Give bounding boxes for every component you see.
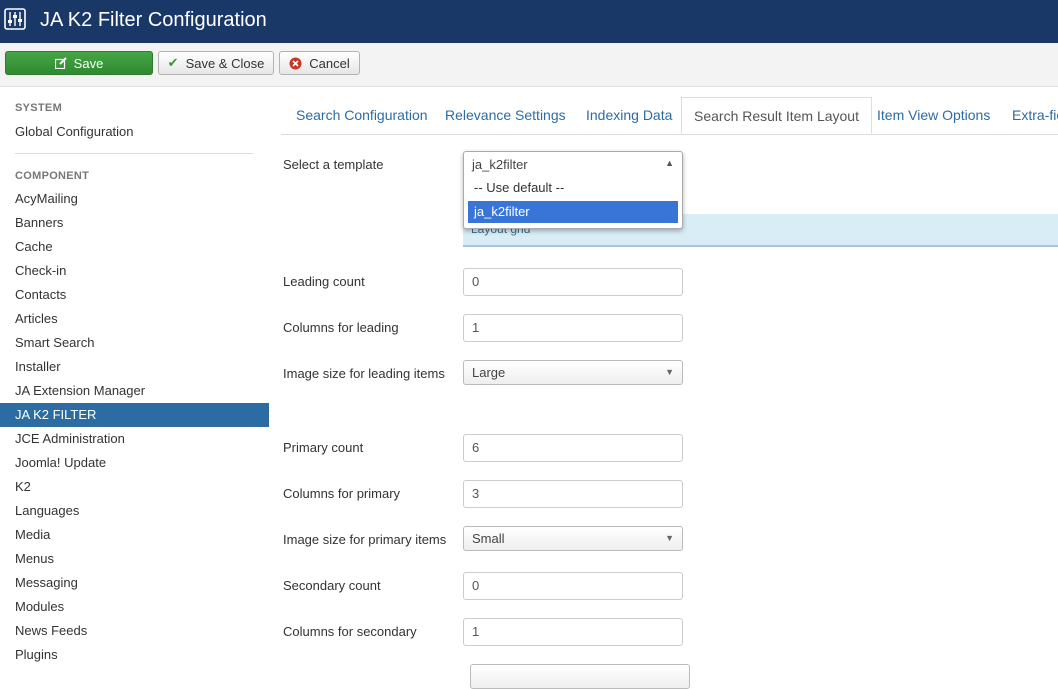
tab-search-result-item-layout[interactable]: Search Result Item Layout <box>681 97 872 134</box>
sidebar-item-contacts[interactable]: Contacts <box>0 283 269 307</box>
columns-primary-input[interactable]: 3 <box>463 480 683 508</box>
sidebar-item-menus[interactable]: Menus <box>0 547 269 571</box>
sidebar-divider <box>15 153 253 154</box>
sidebar-item-smart-search[interactable]: Smart Search <box>0 331 269 355</box>
columns-leading-input[interactable]: 1 <box>463 314 683 342</box>
image-size-leading-value: Large <box>472 365 506 380</box>
equalizer-icon <box>4 8 26 30</box>
chevron-down-icon: ▼ <box>665 367 674 377</box>
sidebar-item-acymailing[interactable]: AcyMailing <box>0 187 269 211</box>
tab-relevance-settings[interactable]: Relevance Settings <box>445 97 566 133</box>
image-size-leading-select[interactable]: Large ▼ <box>463 360 683 385</box>
sidebar-item-messaging[interactable]: Messaging <box>0 571 269 595</box>
sidebar-heading-component: COMPONENT <box>15 170 90 182</box>
app-header: JA K2 Filter Configuration <box>0 0 1058 43</box>
template-option-ja-k2filter[interactable]: ja_k2filter <box>468 201 678 223</box>
sidebar-item-articles[interactable]: Articles <box>0 307 269 331</box>
primary-count-label: Primary count <box>283 440 364 455</box>
sidebar-item-k2[interactable]: K2 <box>0 475 269 499</box>
sidebar-item-languages[interactable]: Languages <box>0 499 269 523</box>
select-template-label: Select a template <box>283 157 384 172</box>
sidebar-item-jce-administration[interactable]: JCE Administration <box>0 427 269 451</box>
image-size-secondary-select[interactable] <box>470 664 690 689</box>
tab-search-configuration[interactable]: Search Configuration <box>296 97 428 133</box>
columns-primary-label: Columns for primary <box>283 486 401 501</box>
tab-bar: Search Configuration Relevance Settings … <box>281 97 1058 135</box>
template-select-value: ja_k2filter <box>472 157 528 172</box>
chevron-up-icon: ▲ <box>665 158 674 168</box>
sidebar-item-news-feeds[interactable]: News Feeds <box>0 619 269 643</box>
tab-item-view-options[interactable]: Item View Options <box>877 97 990 133</box>
columns-secondary-input[interactable]: 1 <box>463 618 683 646</box>
sidebar-item-cache[interactable]: Cache <box>0 235 269 259</box>
cancel-label: Cancel <box>309 55 350 71</box>
cancel-circle-icon <box>289 57 302 69</box>
image-size-primary-label: Image size for primary items <box>283 532 447 547</box>
tab-indexing-data[interactable]: Indexing Data <box>586 97 672 133</box>
check-icon: ✔ <box>167 55 179 70</box>
save-close-label: Save & Close <box>185 55 265 71</box>
columns-leading-label: Columns for leading <box>283 320 399 335</box>
save-close-button[interactable]: ✔ Save & Close <box>158 51 274 75</box>
page-title: JA K2 Filter Configuration <box>40 9 267 31</box>
save-label: Save <box>73 55 104 71</box>
sidebar-item-plugins[interactable]: Plugins <box>0 643 269 667</box>
template-select-dropdown[interactable]: ja_k2filter ▲ -- Use default -- ja_k2fil… <box>463 151 683 229</box>
cancel-button[interactable]: Cancel <box>279 51 360 75</box>
tab-extra-fields[interactable]: Extra-fie <box>1012 97 1058 133</box>
chevron-down-icon: ▼ <box>665 533 674 543</box>
template-option-default[interactable]: -- Use default -- <box>468 177 678 199</box>
sidebar-item-check-in[interactable]: Check-in <box>0 259 269 283</box>
sidebar-item-ja-k2-filter[interactable]: JA K2 FILTER <box>0 403 269 427</box>
toolbar: Save ✔ Save & Close Cancel <box>0 43 1058 87</box>
sidebar: SYSTEM Global Configuration COMPONENT Ac… <box>0 87 269 672</box>
secondary-count-input[interactable]: 0 <box>463 572 683 600</box>
image-size-primary-value: Small <box>472 531 505 546</box>
columns-secondary-label: Columns for secondary <box>283 624 417 639</box>
sidebar-item-banners[interactable]: Banners <box>0 211 269 235</box>
primary-count-input[interactable]: 6 <box>463 434 683 462</box>
image-size-primary-select[interactable]: Small ▼ <box>463 526 683 551</box>
sidebar-item-installer[interactable]: Installer <box>0 355 269 379</box>
sidebar-item-ja-extension-manager[interactable]: JA Extension Manager <box>0 379 269 403</box>
image-size-leading-label: Image size for leading items <box>283 366 445 381</box>
sidebar-item-joomla-update[interactable]: Joomla! Update <box>0 451 269 475</box>
save-button[interactable]: Save <box>5 51 153 75</box>
leading-count-input[interactable]: 0 <box>463 268 683 296</box>
sidebar-item-media[interactable]: Media <box>0 523 269 547</box>
sidebar-item-global-configuration[interactable]: Global Configuration <box>0 120 269 144</box>
sidebar-item-modules[interactable]: Modules <box>0 595 269 619</box>
edit-icon <box>54 57 67 69</box>
sidebar-heading-system: SYSTEM <box>15 102 63 114</box>
secondary-count-label: Secondary count <box>283 578 381 593</box>
leading-count-label: Leading count <box>283 274 365 289</box>
